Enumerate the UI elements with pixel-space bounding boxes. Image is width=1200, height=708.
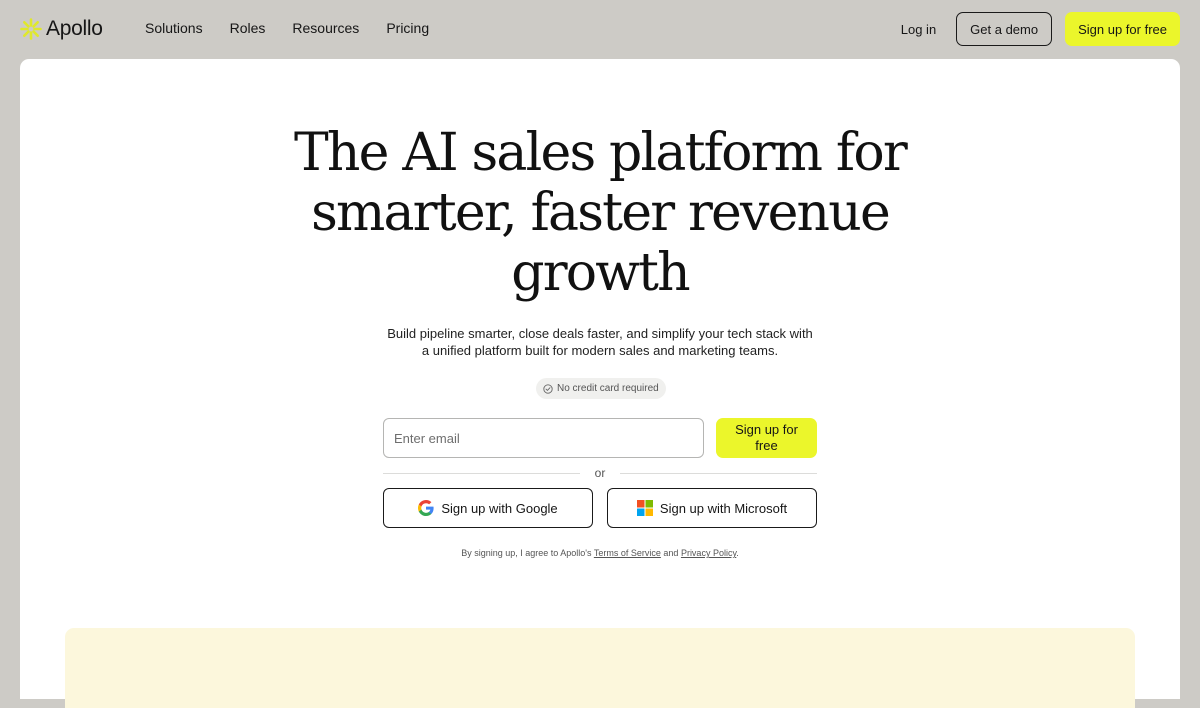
badge-text: No credit card required <box>557 383 659 394</box>
nav-roles[interactable]: Roles <box>230 20 266 36</box>
legal-notice: By signing up, I agree to Apollo's Terms… <box>20 548 1180 558</box>
google-icon <box>418 500 434 516</box>
check-circle-icon <box>543 383 553 394</box>
divider-line-left <box>383 473 580 474</box>
hero-subtitle: Build pipeline smarter, close deals fast… <box>20 325 1180 359</box>
no-credit-card-badge: No credit card required <box>536 378 666 399</box>
nav-solutions[interactable]: Solutions <box>145 20 203 36</box>
signup-free-button[interactable]: Sign up for free <box>1065 12 1180 46</box>
brand-name: Apollo <box>46 17 103 40</box>
divider-or: or <box>594 466 606 480</box>
signup-submit-button[interactable]: Sign up for free <box>716 418 817 458</box>
legal-prefix: By signing up, I agree to Apollo's <box>461 548 592 558</box>
apollo-asterisk-icon <box>20 18 42 40</box>
microsoft-signup-label: Sign up with Microsoft <box>659 500 788 516</box>
hero-title-line-3: growth <box>511 243 690 303</box>
top-nav: Apollo Solutions Roles Resources Pricing… <box>0 0 1200 59</box>
divider-line-right <box>620 473 817 474</box>
hero-title: The AI sales platform for smarter, faste… <box>20 123 1180 303</box>
nav-resources[interactable]: Resources <box>292 20 359 36</box>
legal-suffix: . <box>736 548 739 558</box>
main-nav: Solutions Roles Resources Pricing <box>145 20 429 36</box>
apollo-logo[interactable]: Apollo <box>20 14 103 44</box>
hero-title-line-2: smarter, faster revenue <box>311 183 891 243</box>
hero-subtitle-line-2: a unified platform built for modern sale… <box>421 343 779 358</box>
google-signup-button[interactable]: Sign up with Google <box>383 488 593 528</box>
login-link[interactable]: Log in <box>901 22 936 37</box>
privacy-policy-link[interactable]: Privacy Policy <box>681 548 736 558</box>
hero-title-line-1: The AI sales platform for <box>294 123 908 183</box>
product-preview-panel <box>65 628 1135 708</box>
nav-actions: Log in Get a demo Sign up for free <box>901 12 1180 46</box>
get-demo-button[interactable]: Get a demo <box>956 12 1053 46</box>
microsoft-signup-button[interactable]: Sign up with Microsoft <box>607 488 817 528</box>
microsoft-icon <box>636 500 653 516</box>
nav-pricing[interactable]: Pricing <box>386 20 429 36</box>
terms-of-service-link[interactable]: Terms of Service <box>594 548 661 558</box>
hero-subtitle-line-1: Build pipeline smarter, close deals fast… <box>387 326 813 341</box>
legal-and: and <box>663 548 679 558</box>
email-input[interactable] <box>383 418 704 458</box>
hero-card: The AI sales platform for smarter, faste… <box>20 59 1180 708</box>
google-signup-label: Sign up with Google <box>441 500 558 516</box>
